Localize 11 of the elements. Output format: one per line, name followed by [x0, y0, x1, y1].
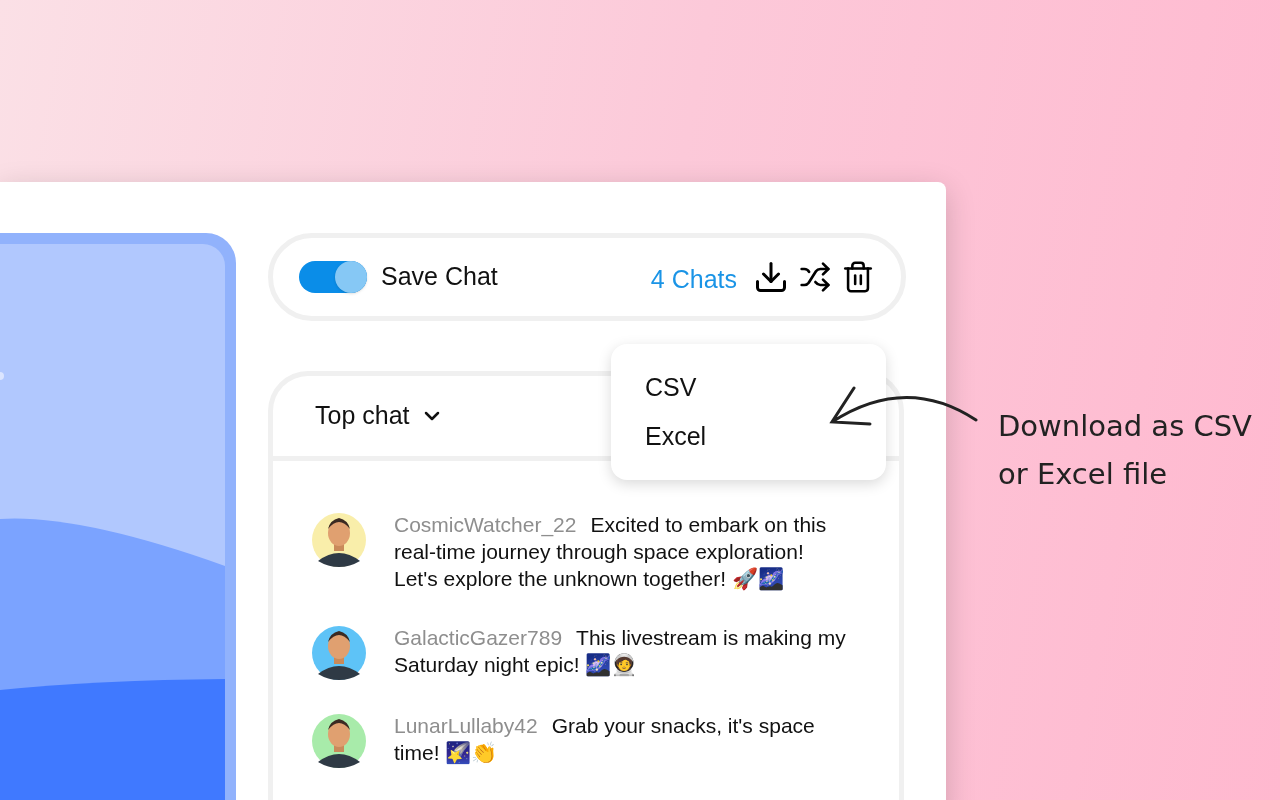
- menu-item[interactable]: CSV: [645, 368, 697, 406]
- chat-message: LunarLullaby42 Grab your snacks, it's space time! 🌠👏: [394, 712, 816, 766]
- chat-message: GalacticGazer789 This livestream is making my Saturday night epic! 🌌🧑‍🚀: [394, 624, 847, 679]
- annotation-text: Download as CSV or Excel file: [998, 408, 1252, 493]
- save-chat-label: Save Chat: [381, 261, 498, 293]
- menu-item[interactable]: Excel: [645, 418, 707, 456]
- delete-icon[interactable]: [841, 259, 875, 294]
- shuffle-icon[interactable]: [799, 260, 831, 293]
- top-chat-dropdown[interactable]: Top chat: [315, 396, 444, 435]
- toggle-switch[interactable]: [299, 260, 367, 293]
- chat-message: CosmicWatcher_22 Excited to embark on this real-time journey through space exploration! Let's explore the unknown together! 🚀🌌: [394, 511, 828, 592]
